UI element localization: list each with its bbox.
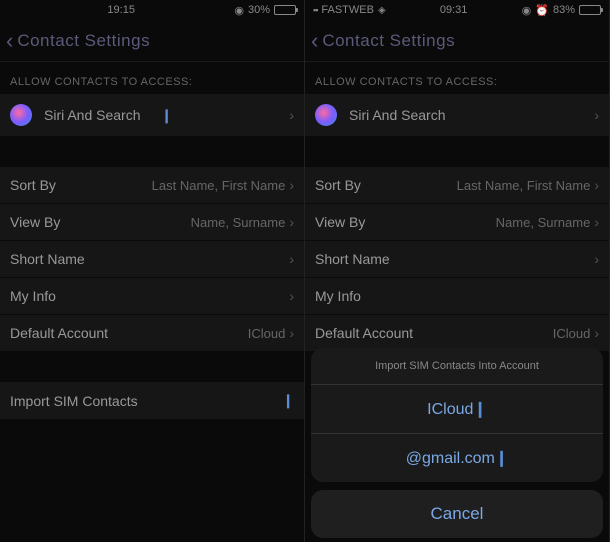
chevron-right-icon: › (289, 107, 294, 123)
section-access-header: ALLOW CONTACTS TO ACCESS: (0, 62, 304, 94)
short-name-label: Short Name (10, 251, 289, 267)
cursor-icon: ❙ (161, 107, 173, 124)
page-title: Contact Settings (17, 31, 150, 51)
location-icon: ◉ (234, 4, 244, 17)
siri-search-item[interactable]: Siri And Search ❙ › (0, 94, 304, 137)
screen-left: 19:15 ◉ 30% ‹ Contact Settings ALLOW CON… (0, 0, 305, 542)
page-title: Contact Settings (322, 31, 455, 51)
nav-header: ‹ Contact Settings (0, 20, 304, 62)
siri-icon (10, 104, 32, 126)
chevron-right-icon: › (289, 251, 294, 267)
my-info-label: My Info (10, 288, 289, 304)
screen-right: ▪▪ FASTWEB ◈ 09:31 ◉ ⏰ 83% ‹ Contact Set… (305, 0, 610, 542)
sort-by-label: Sort By (10, 177, 152, 193)
cursor-icon: ❙ (282, 392, 294, 409)
chevron-right-icon: › (594, 325, 599, 341)
short-name-label: Short Name (315, 251, 594, 267)
spacer (305, 137, 609, 167)
alarm-icon: ⏰ (535, 4, 549, 17)
sort-by-item[interactable]: Sort By Last Name, First Name › (305, 167, 609, 204)
import-sim-label: Import SIM Contacts (10, 393, 282, 409)
chevron-right-icon: › (289, 214, 294, 230)
action-sheet-title: Import SIM Contacts Into Account (311, 348, 603, 385)
sort-by-item[interactable]: Sort By Last Name, First Name › (0, 167, 304, 204)
location-icon: ◉ (522, 4, 532, 17)
action-option-gmail[interactable]: @gmail.com❙ (311, 434, 603, 482)
action-option-label: ICloud (427, 401, 473, 418)
view-by-item[interactable]: View By Name, Surname › (305, 204, 609, 241)
sort-by-label: Sort By (315, 177, 457, 193)
chevron-right-icon: › (289, 177, 294, 193)
chevron-right-icon: › (289, 325, 294, 341)
action-option-label: @gmail.com (406, 450, 495, 467)
action-cancel-button[interactable]: Cancel (311, 490, 603, 538)
section-access-header: ALLOW CONTACTS TO ACCESS: (305, 62, 609, 94)
siri-search-label: Siri And Search (349, 107, 594, 123)
my-info-label: My Info (315, 288, 599, 304)
chevron-right-icon: › (594, 214, 599, 230)
sort-by-value: Last Name, First Name (152, 178, 286, 193)
chevron-right-icon: › (594, 107, 599, 123)
short-name-item[interactable]: Short Name › (305, 241, 609, 278)
battery-percent: 30% (248, 4, 270, 16)
action-sheet: Import SIM Contacts Into Account ICloud❙… (311, 348, 603, 542)
battery-icon (274, 5, 296, 15)
view-by-value: Name, Surname (496, 215, 591, 230)
battery-icon (579, 5, 601, 15)
view-by-label: View By (315, 214, 496, 230)
default-account-value: ICloud (248, 326, 286, 341)
default-account-item[interactable]: Default Account ICloud › (0, 315, 304, 352)
chevron-right-icon: › (594, 251, 599, 267)
battery-percent: 83% (553, 4, 575, 16)
chevron-right-icon: › (594, 177, 599, 193)
back-button[interactable]: ‹ (6, 28, 13, 54)
status-time: 09:31 (386, 4, 522, 16)
chevron-right-icon: › (289, 288, 294, 304)
status-bar: ▪▪ FASTWEB ◈ 09:31 ◉ ⏰ 83% (305, 0, 609, 20)
spacer (0, 352, 304, 382)
carrier-label: FASTWEB (321, 4, 374, 16)
cursor-icon: ❙ (495, 450, 508, 467)
view-by-value: Name, Surname (191, 215, 286, 230)
default-account-value: ICloud (553, 326, 591, 341)
nav-header: ‹ Contact Settings (305, 20, 609, 62)
siri-search-item[interactable]: Siri And Search › (305, 94, 609, 137)
default-account-label: Default Account (10, 325, 248, 341)
cursor-icon: ❙ (473, 401, 486, 418)
default-account-item[interactable]: Default Account ICloud › (305, 315, 609, 352)
status-time: 19:15 (8, 4, 234, 16)
action-option-icloud[interactable]: ICloud❙ (311, 385, 603, 434)
view-by-label: View By (10, 214, 191, 230)
sort-by-value: Last Name, First Name (457, 178, 591, 193)
signal-icon: ▪▪ (313, 5, 317, 15)
import-sim-item[interactable]: Import SIM Contacts ❙ (0, 382, 304, 420)
status-bar: 19:15 ◉ 30% (0, 0, 304, 20)
view-by-item[interactable]: View By Name, Surname › (0, 204, 304, 241)
siri-search-label: Siri And Search (44, 107, 161, 123)
siri-icon (315, 104, 337, 126)
short-name-item[interactable]: Short Name › (0, 241, 304, 278)
default-account-label: Default Account (315, 325, 553, 341)
my-info-item[interactable]: My Info (305, 278, 609, 315)
spacer (0, 137, 304, 167)
back-button[interactable]: ‹ (311, 28, 318, 54)
my-info-item[interactable]: My Info › (0, 278, 304, 315)
wifi-icon: ◈ (378, 5, 386, 16)
